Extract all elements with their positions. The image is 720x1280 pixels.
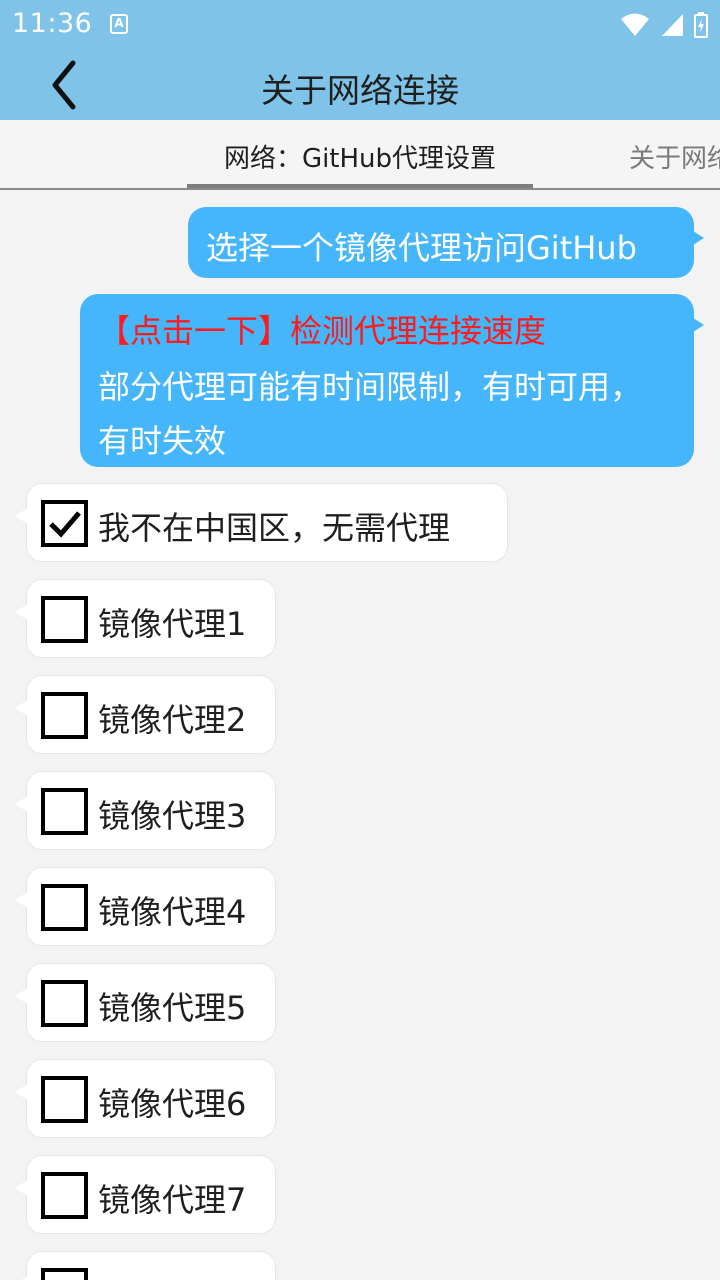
option-label: 镜像代理3 [98,797,247,835]
option-proxy-3[interactable]: 镜像代理3 [15,771,276,850]
option-proxy-5[interactable]: 镜像代理5 [15,963,276,1042]
option-label: 镜像代理2 [98,701,247,739]
status-icons [620,10,708,40]
option-label: 镜像代理7 [98,1181,247,1219]
tab-github-proxy[interactable]: 网络：GitHub代理设置 [187,138,533,175]
bubble-tail [690,229,704,247]
option-label: 镜像代理8 [98,1271,246,1280]
option-label: 镜像代理1 [98,605,247,643]
battery-icon [694,12,708,38]
bubble-tail [690,316,704,334]
tab-bar: 网络：GitHub代理设置 关于网络 [0,120,720,190]
status-bar: 11:36 A [0,0,720,50]
status-time: 11:36 [12,8,93,39]
checkbox[interactable] [41,1172,88,1219]
proxy-note: 部分代理可能有时间限制，有时可用，有时失效 [98,368,643,460]
checkbox[interactable] [41,1268,88,1280]
option-label: 我不在中国区，无需代理 [98,509,451,547]
option-proxy-2[interactable]: 镜像代理2 [15,675,276,754]
checkbox[interactable] [41,788,88,835]
intro-text: 选择一个镜像代理访问GitHub [206,229,637,267]
checkbox[interactable] [41,500,88,547]
option-proxy-7[interactable]: 镜像代理7 [15,1155,276,1234]
page-title: 关于网络连接 [261,71,459,110]
intro-bubble: 选择一个镜像代理访问GitHub [188,207,704,278]
checkbox[interactable] [41,596,88,643]
option-proxy-8[interactable]: 镜像代理8 [15,1251,276,1280]
tab-about-network[interactable]: 关于网络 [629,138,720,175]
option-label: 镜像代理5 [98,989,247,1027]
option-label: 镜像代理4 [98,893,247,931]
checkmark-icon [48,510,81,538]
option-proxy-1[interactable]: 镜像代理1 [15,579,276,658]
wifi-icon [621,13,649,36]
app-bar: 关于网络连接 [0,50,720,120]
checkbox[interactable] [41,980,88,1027]
check-speed-link[interactable]: 【点击一下】检测代理连接速度 [98,306,546,352]
option-proxy-4[interactable]: 镜像代理4 [15,867,276,946]
speed-check-bubble[interactable]: 【点击一下】检测代理连接速度 部分代理可能有时间限制，有时可用，有时失效 [80,294,704,467]
tab-indicator [187,184,533,188]
checkbox[interactable] [41,692,88,739]
checkbox[interactable] [41,884,88,931]
notification-icon: A [110,14,128,34]
signal-icon [662,14,683,36]
option-label: 镜像代理6 [98,1085,247,1123]
option-no-proxy[interactable]: 我不在中国区，无需代理 [15,483,508,562]
option-proxy-6[interactable]: 镜像代理6 [15,1059,276,1138]
checkbox[interactable] [41,1076,88,1123]
